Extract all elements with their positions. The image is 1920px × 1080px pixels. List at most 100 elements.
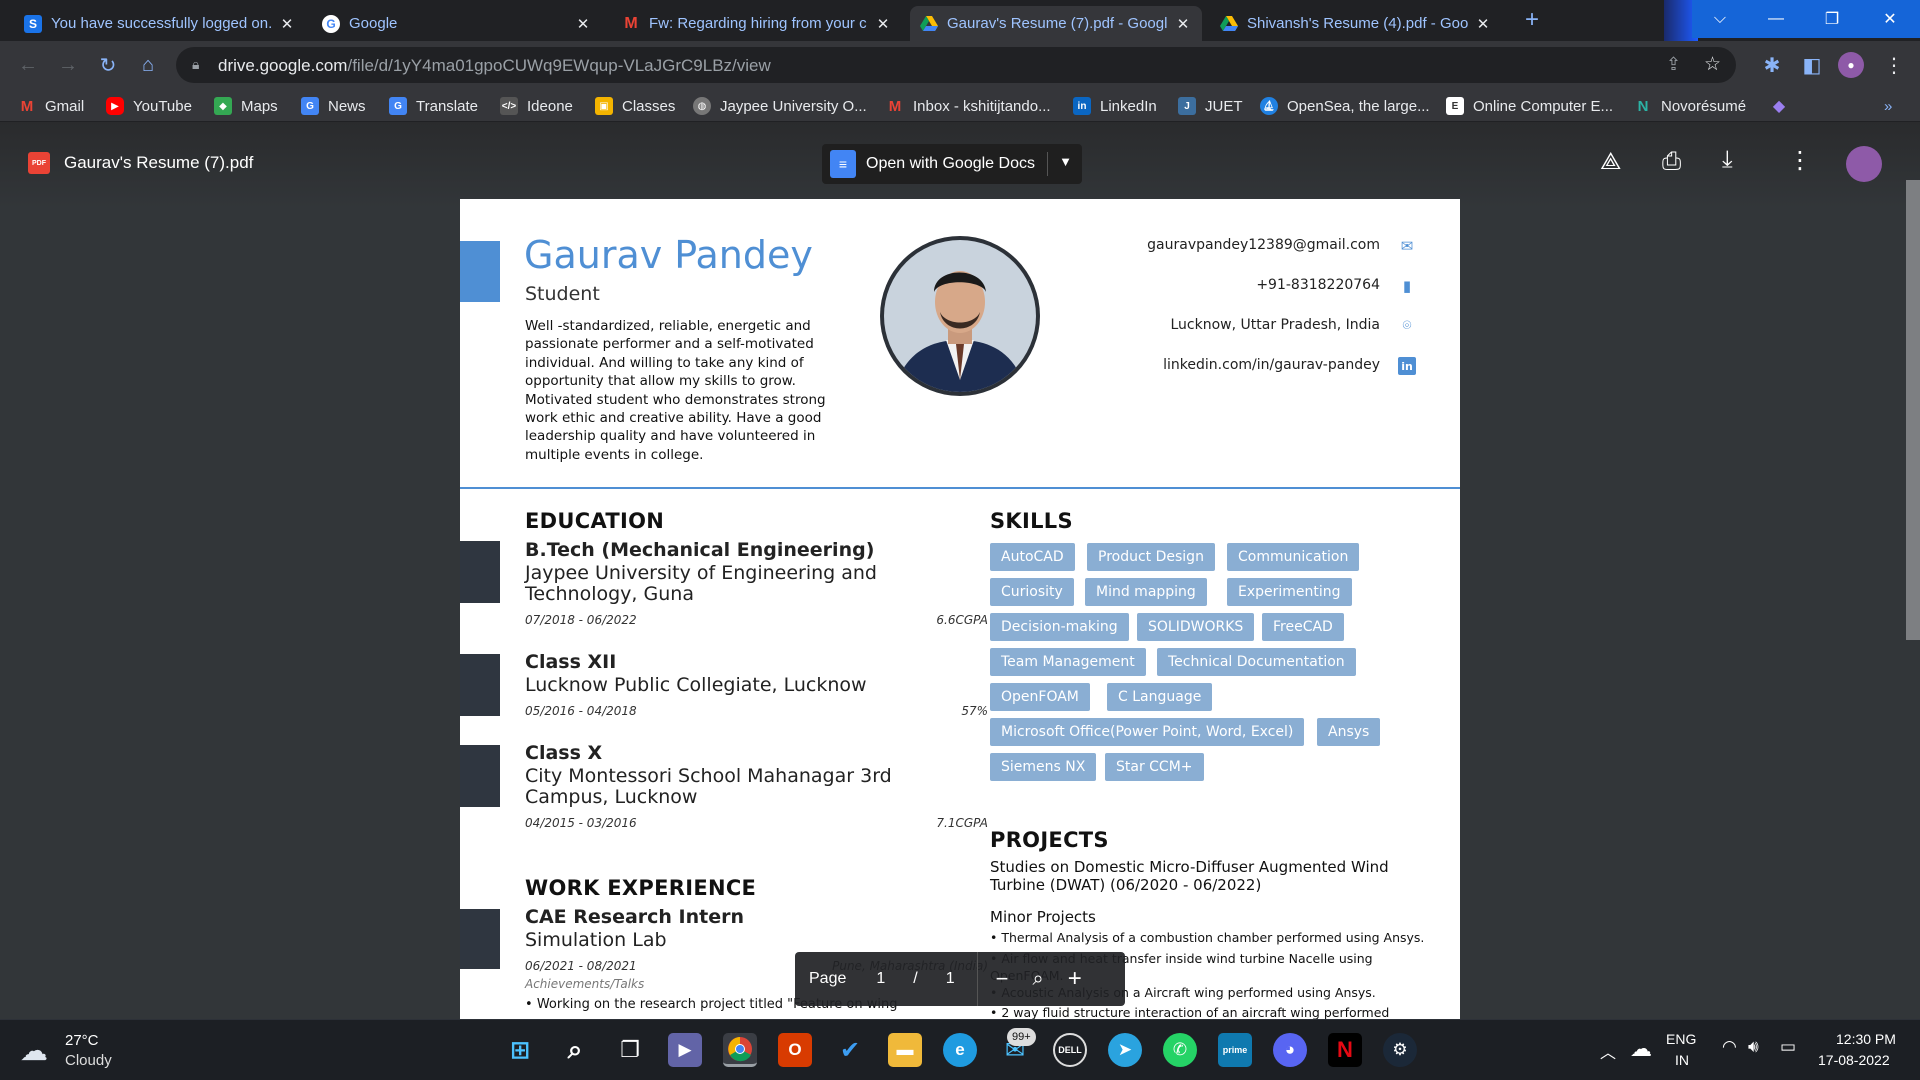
battery-icon[interactable]: ▭ xyxy=(1780,1037,1796,1057)
close-tab-icon[interactable]: ✕ xyxy=(874,15,892,33)
whatsapp-icon[interactable]: ✆ xyxy=(1163,1033,1197,1067)
new-tab-button[interactable]: + xyxy=(1518,6,1546,34)
lang-secondary[interactable]: IN xyxy=(1675,1052,1689,1068)
zoom-icon[interactable]: ⌕ xyxy=(1033,968,1044,991)
tab-strip: S You have successfully logged on. ✕ G G… xyxy=(0,0,1920,41)
tab-gaurav-resume[interactable]: Gaurav's Resume (7).pdf - Googl ✕ xyxy=(910,6,1202,41)
minor-project-item: • Thermal Analysis of a combustion chamb… xyxy=(990,930,1425,945)
skill-tag: C Language xyxy=(1107,683,1213,711)
bookmark-youtube[interactable]: ▶ YouTube xyxy=(106,95,192,117)
tab-google[interactable]: G Google ✕ xyxy=(312,6,602,41)
edge-icon[interactable]: e xyxy=(943,1033,977,1067)
download-icon[interactable]: ⤓ xyxy=(1722,146,1733,174)
menu-dots-icon[interactable]: ⋮ xyxy=(1880,51,1908,79)
print-icon[interactable]: ⎙ xyxy=(1662,148,1681,176)
bookmark-juet[interactable]: J JUET xyxy=(1178,95,1243,117)
add-to-drive-icon[interactable]: ⟁ xyxy=(1600,148,1621,176)
clock-time[interactable]: 12:30 PM xyxy=(1836,1031,1896,1047)
bookmark-jaypee[interactable]: ◍ Jaypee University O... xyxy=(693,95,867,117)
juet-icon: J xyxy=(1178,97,1196,115)
tab-gmail[interactable]: M Fw: Regarding hiring from your c ✕ xyxy=(612,6,902,41)
office-icon[interactable]: O xyxy=(778,1033,812,1067)
bookmark-translate[interactable]: G Translate xyxy=(389,95,478,117)
close-tab-icon[interactable]: ✕ xyxy=(1174,15,1192,33)
bookmark-gmail[interactable]: M Gmail xyxy=(18,95,84,117)
discord-icon[interactable]: ◕ xyxy=(1273,1033,1307,1067)
windows-taskbar: ☁ 27°C Cloudy ⊞ ⌕ ❐ ▶ O ✔ ▬ e ✉ 99+ DELL… xyxy=(0,1019,1920,1080)
bookmark-opensea[interactable]: ⛵︎ OpenSea, the large... xyxy=(1260,95,1430,117)
edu-school: City Montessori School Mahanagar 3rd Cam… xyxy=(525,765,892,808)
teams-icon[interactable]: ▶ xyxy=(668,1033,702,1067)
file-explorer-icon[interactable]: ▬ xyxy=(888,1033,922,1067)
bookmarks-bar: M Gmail ▶ YouTube ◆ Maps G News G Translate <… xyxy=(0,89,1920,122)
minor-project-text: Thermal Analysis of a combustion chamber… xyxy=(1001,930,1425,945)
open-with-button[interactable]: ≡ Open with Google Docs ▼ xyxy=(822,144,1082,184)
bookmark-classes[interactable]: ▣ Classes xyxy=(595,95,675,117)
address-bar[interactable]: 🔒︎ drive.google.com/file/d/1yY4ma01gpoCU… xyxy=(176,47,1736,83)
page-current[interactable]: 1 xyxy=(876,970,885,988)
todo-check-icon[interactable]: ✔ xyxy=(833,1033,867,1067)
wifi-icon[interactable]: ◠ xyxy=(1722,1037,1737,1057)
bookmark-star-icon[interactable]: ☆ xyxy=(1704,53,1721,76)
close-window-icon[interactable]: ✕ xyxy=(1860,0,1920,38)
tab-logged-on[interactable]: S You have successfully logged on. ✕ xyxy=(14,6,306,41)
chevron-down-icon[interactable]: ▼ xyxy=(1059,154,1072,169)
side-panel-icon[interactable]: ◧ xyxy=(1798,51,1826,79)
telegram-icon[interactable]: ➤ xyxy=(1108,1033,1142,1067)
onedrive-icon[interactable]: ☁ xyxy=(1630,1036,1652,1062)
search-icon[interactable]: ⌕ xyxy=(558,1033,592,1067)
bookmark-extra[interactable]: ◆ xyxy=(1770,95,1797,117)
s-app-icon: S xyxy=(24,14,42,33)
drive-icon xyxy=(1220,15,1238,33)
prime-video-icon[interactable]: prime xyxy=(1218,1033,1252,1067)
minimize-icon[interactable]: — xyxy=(1748,0,1804,38)
windows-start-icon[interactable]: ⊞ xyxy=(503,1033,537,1067)
home-icon[interactable]: ⌂ xyxy=(134,51,162,79)
bookmarks-more[interactable]: » xyxy=(1884,95,1892,117)
dell-icon[interactable]: DELL xyxy=(1053,1033,1087,1067)
clock-date[interactable]: 17-08-2022 xyxy=(1818,1052,1890,1068)
close-tab-icon[interactable]: ✕ xyxy=(278,15,296,33)
skill-tag: SOLIDWORKS xyxy=(1137,613,1255,641)
weather-desc[interactable]: Cloudy xyxy=(65,1052,112,1069)
steam-icon[interactable]: ⚙ xyxy=(1383,1033,1417,1067)
bookmark-inbox[interactable]: M Inbox - kshitijtando... xyxy=(886,95,1051,117)
volume-icon[interactable]: 🔊︎ xyxy=(1748,1037,1759,1057)
scrollbar-thumb[interactable] xyxy=(1906,180,1920,640)
lang-primary[interactable]: ENG xyxy=(1666,1031,1696,1047)
weather-temp[interactable]: 27°C xyxy=(65,1032,99,1049)
profile-avatar[interactable]: ● xyxy=(1838,52,1864,78)
cloud-icon[interactable]: ☁ xyxy=(20,1034,56,1066)
close-tab-icon[interactable]: ✕ xyxy=(1474,15,1492,33)
bookmark-ideone[interactable]: </> Ideone xyxy=(500,95,573,117)
bookmark-news[interactable]: G News xyxy=(301,95,366,117)
more-options-icon[interactable]: ⋮ xyxy=(1788,146,1812,175)
netflix-icon[interactable]: N xyxy=(1328,1033,1362,1067)
close-tab-icon[interactable]: ✕ xyxy=(574,15,592,33)
forward-icon[interactable]: → xyxy=(54,51,82,79)
restore-icon[interactable]: ❐ xyxy=(1804,0,1860,38)
account-avatar[interactable] xyxy=(1846,146,1882,182)
chevron-up-icon[interactable]: ︿ xyxy=(1600,1039,1616,1063)
skill-tag: Communication xyxy=(1227,543,1360,571)
edu-school: Lucknow Public Collegiate, Lucknow xyxy=(525,674,867,696)
task-view-icon[interactable]: ❐ xyxy=(613,1033,647,1067)
reload-icon[interactable]: ↻ xyxy=(94,51,122,79)
bookmark-novoresume[interactable]: N Novorésumé xyxy=(1634,95,1746,117)
bookmark-linkedin[interactable]: in LinkedIn xyxy=(1073,95,1157,117)
tab-search-icon[interactable]: ⌵ xyxy=(1692,0,1748,38)
bookmark-maps[interactable]: ◆ Maps xyxy=(214,95,278,117)
edu-grade: 7.1CGPA xyxy=(936,816,988,830)
extensions-icon[interactable]: ✱ xyxy=(1758,51,1786,79)
zoom-in-icon[interactable]: + xyxy=(1068,965,1082,993)
zoom-out-icon[interactable]: − xyxy=(996,966,1009,992)
tab-title: Shivansh's Resume (4).pdf - Goo xyxy=(1247,15,1468,32)
resume-role: Student xyxy=(525,283,600,305)
chrome-icon[interactable] xyxy=(723,1033,757,1067)
url-text[interactable]: drive.google.com/file/d/1yY4ma01gpoCUWq9… xyxy=(218,56,771,76)
edu-grade: 6.6CGPA xyxy=(936,613,988,627)
back-icon[interactable]: ← xyxy=(14,51,42,79)
tab-shivansh-resume[interactable]: Shivansh's Resume (4).pdf - Goo ✕ xyxy=(1210,6,1502,41)
bookmark-online-computer[interactable]: E Online Computer E... xyxy=(1446,95,1613,117)
share-icon[interactable]: ⇪ xyxy=(1666,54,1681,75)
